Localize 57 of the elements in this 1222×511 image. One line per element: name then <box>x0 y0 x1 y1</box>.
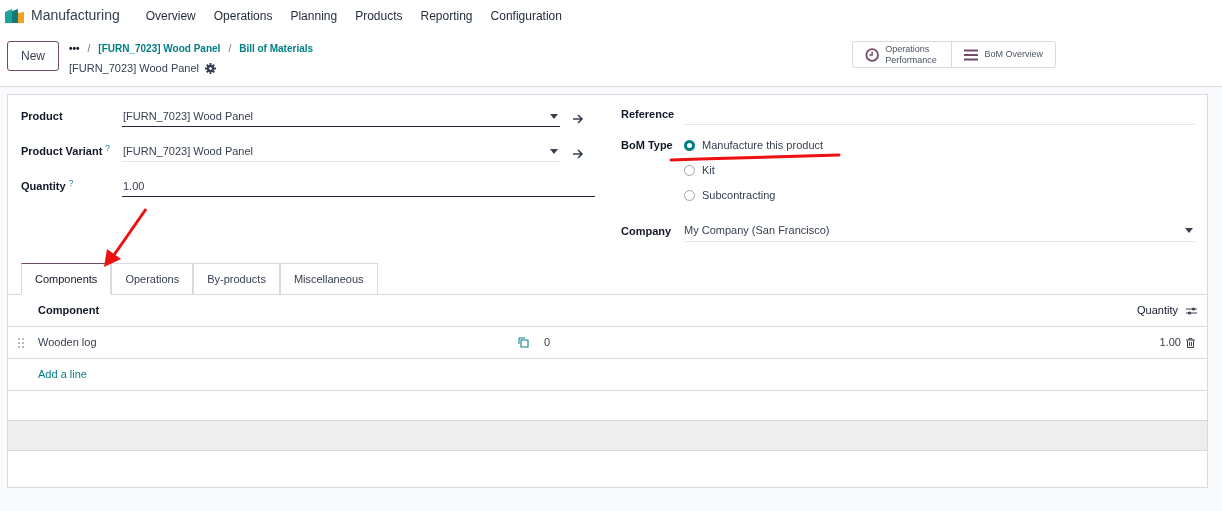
menu-item[interactable]: Reporting <box>411 6 482 25</box>
radio-option[interactable]: Manufacture this product <box>684 137 824 153</box>
tab[interactable]: Components <box>21 263 112 295</box>
tab[interactable]: Operations <box>111 263 194 295</box>
radio-button[interactable] <box>684 139 695 151</box>
tab[interactable]: By-products <box>193 263 280 295</box>
dropdown-caret-icon[interactable] <box>550 148 558 154</box>
radio-button[interactable] <box>684 164 695 176</box>
app-name[interactable]: Manufacturing <box>31 5 120 26</box>
menu-item[interactable]: Overview <box>136 6 205 25</box>
breadcrumb-separator: / <box>87 41 91 56</box>
arrow-right-icon[interactable] <box>572 148 584 159</box>
field-label: Quantity $^{?}$ <box>21 178 75 195</box>
breadcrumb-link[interactable]: Bill of Materials <box>239 40 314 56</box>
drag-handle-icon[interactable] <box>18 337 24 348</box>
radio-option[interactable]: Subcontracting <box>684 187 824 203</box>
product-field[interactable]: [FURN_7023] Wood Panel <box>122 106 560 127</box>
column-header[interactable]: Quantity <box>1137 302 1178 319</box>
radio-button[interactable] <box>684 189 695 201</box>
radio-option[interactable]: Kit <box>684 162 824 178</box>
menu-item[interactable]: Products <box>346 6 412 25</box>
breadcrumb-link[interactable]: [FURN_7023] Wood Panel <box>98 40 221 56</box>
app-logo-icon[interactable] <box>5 8 25 23</box>
gear-icon[interactable] <box>205 62 217 74</box>
field-label: Company <box>621 223 673 239</box>
quantity-field[interactable]: 1.00 <box>122 176 595 197</box>
record-title: [FURN_7023] Wood Panel <box>69 61 200 76</box>
table-cell-text: 1.00 <box>1159 335 1181 351</box>
help-mark[interactable]: ? <box>68 179 74 189</box>
dropdown-caret-icon[interactable] <box>550 113 558 119</box>
menu-item[interactable]: Planning <box>281 6 347 25</box>
smart-button[interactable]: Operations Performance <box>853 42 951 67</box>
new-button[interactable]: New <box>7 41 59 71</box>
field-label: Reference <box>621 106 676 122</box>
tab[interactable]: Miscellaneous <box>279 263 378 295</box>
company-field[interactable]: My Company (San Francisco) <box>684 220 1195 242</box>
dropdown-caret-icon[interactable] <box>1185 228 1193 233</box>
breadcrumb-more[interactable]: ••• <box>69 40 80 56</box>
help-mark[interactable]: ? <box>105 144 110 154</box>
column-header[interactable]: Component <box>38 302 100 319</box>
product-field[interactable]: [FURN_7023] Wood Panel <box>122 141 560 162</box>
field-label: Product Variant $^{?}$ <box>21 143 111 160</box>
menu-icon <box>964 48 979 61</box>
menu-item[interactable]: Configuration <box>481 6 571 25</box>
field-label: BoM Type <box>621 138 674 153</box>
arrow-right-icon[interactable] <box>572 113 584 124</box>
sliders-icon[interactable] <box>1186 305 1197 316</box>
forecast-icon[interactable] <box>518 337 529 348</box>
clock-icon <box>865 46 880 63</box>
trash-icon[interactable] <box>1186 337 1195 348</box>
breadcrumb-separator: / <box>228 41 232 56</box>
table-cell-text: Wooden log <box>38 335 98 351</box>
add-line-link[interactable]: Add a line <box>38 366 87 383</box>
menu-item[interactable]: Operations <box>204 6 282 25</box>
table-cell-text: 0 <box>544 335 551 351</box>
smart-button[interactable]: BoM Overview <box>951 42 1055 67</box>
field-label: Product <box>21 109 64 125</box>
